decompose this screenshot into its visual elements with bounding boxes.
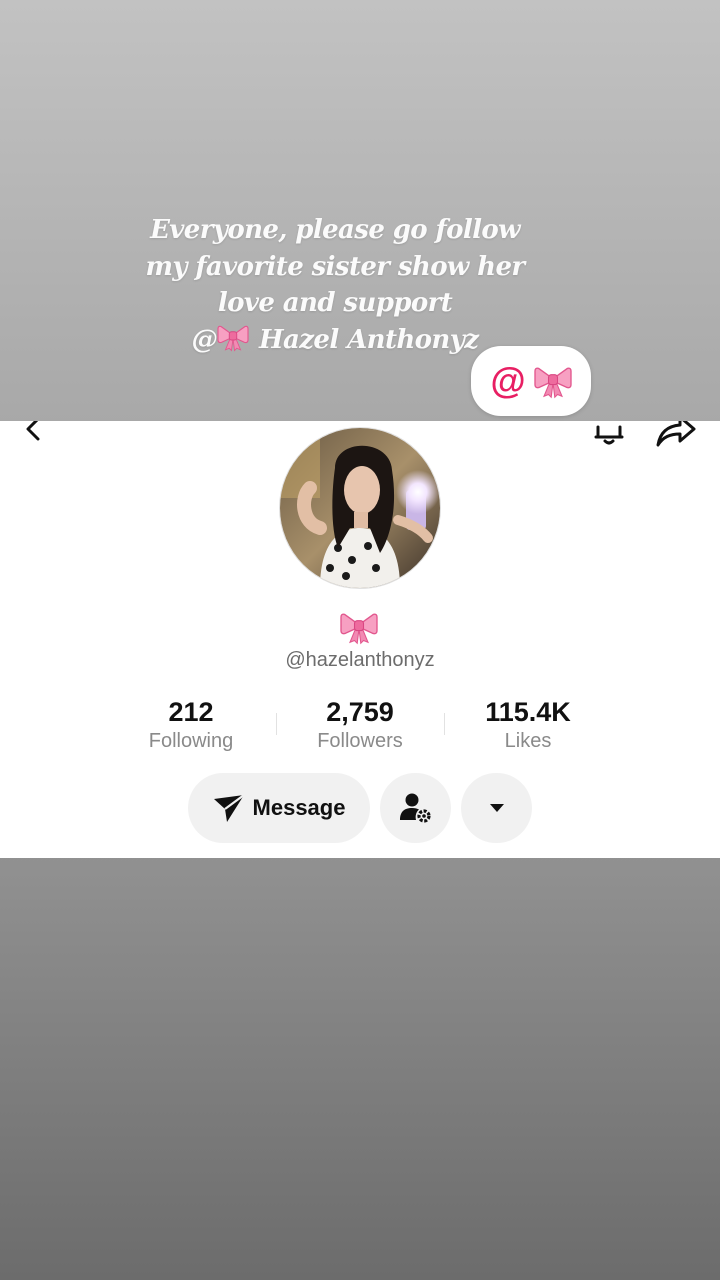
mention-at-symbol: @ [490, 360, 526, 401]
mention-prefix: @ [191, 324, 218, 355]
avatar-photo [280, 428, 440, 588]
avatar[interactable] [279, 427, 441, 589]
message-label: Message [252, 795, 346, 820]
chevron-left-icon[interactable] [22, 421, 46, 445]
share-icon[interactable] [654, 421, 698, 451]
stat-likes[interactable]: 115.4K Likes [453, 696, 603, 754]
stat-label: Followers [317, 730, 403, 752]
ribbon-bow-icon [534, 363, 572, 399]
stat-divider [276, 713, 277, 735]
ribbon-bow-icon [217, 322, 249, 352]
username: @hazelanthonyz [285, 649, 435, 671]
stat-value: 212 [168, 697, 214, 727]
stat-following[interactable]: 212 Following [116, 696, 266, 754]
stat-value: 115.4K [485, 697, 571, 727]
stat-value: 2,759 [326, 697, 394, 727]
story-line: love and support [217, 288, 453, 318]
message-button[interactable]: Message [188, 773, 370, 843]
story-line: my favorite sister show her [145, 251, 525, 282]
more-options-button[interactable] [461, 773, 532, 843]
bell-icon[interactable] [590, 421, 628, 451]
ribbon-bow-icon [340, 609, 378, 645]
profile-card: @hazelanthonyz 212 Following 2,759 Follo… [0, 421, 720, 858]
stat-divider [444, 713, 445, 735]
caret-down-icon [489, 804, 504, 812]
friend-settings-button[interactable] [380, 773, 451, 843]
mention-sticker[interactable]: @ [471, 346, 591, 416]
stat-label: Likes [504, 730, 552, 752]
story-caption: Everyone, please go follow my favorite s… [100, 212, 570, 358]
person-settings-icon [399, 793, 431, 823]
story-line: Everyone, please go follow [150, 215, 520, 245]
stat-label: Following [148, 730, 234, 752]
send-icon [213, 794, 245, 822]
mention-name[interactable]: Hazel Anthonyz [259, 325, 479, 355]
stat-followers[interactable]: 2,759 Followers [285, 696, 435, 754]
